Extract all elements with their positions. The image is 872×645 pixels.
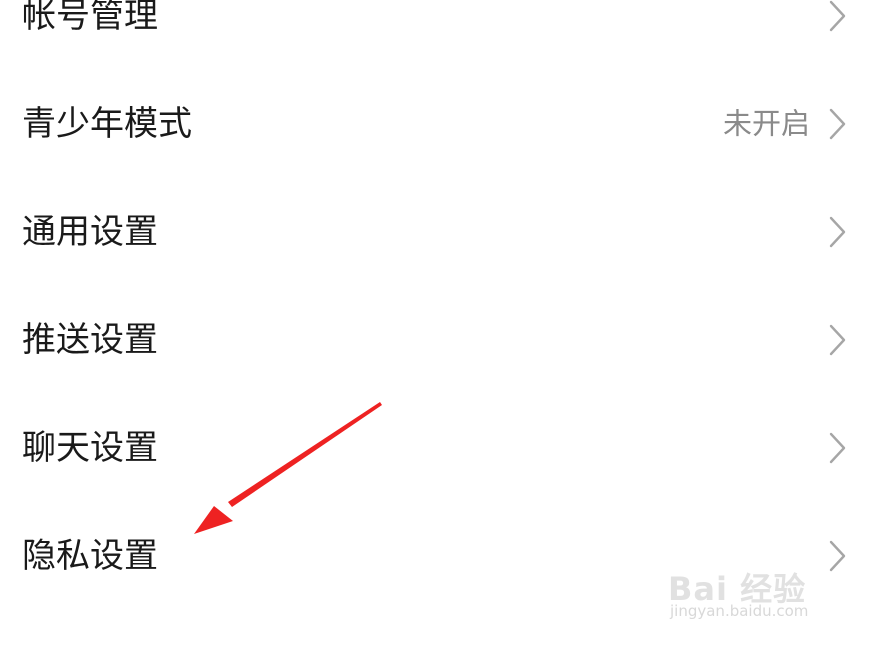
chevron-right-icon — [829, 0, 846, 32]
settings-item-privacy[interactable]: 隐私设置 — [0, 502, 872, 610]
settings-item-label: 推送设置 — [22, 320, 158, 360]
settings-item-label: 帐号管理 — [22, 0, 158, 36]
settings-item-account-management[interactable]: 帐号管理 — [0, 0, 872, 70]
settings-item-push[interactable]: 推送设置 — [0, 286, 872, 394]
settings-item-teen-mode[interactable]: 青少年模式 未开启 — [0, 70, 872, 178]
settings-item-general[interactable]: 通用设置 — [0, 178, 872, 286]
settings-item-label: 隐私设置 — [22, 536, 158, 576]
settings-item-label: 青少年模式 — [22, 104, 192, 144]
settings-item-label: 聊天设置 — [22, 428, 158, 468]
teen-mode-status: 未开启 — [722, 106, 810, 141]
chevron-right-icon — [829, 216, 846, 248]
settings-item-label: 通用设置 — [22, 212, 158, 252]
settings-item-chat[interactable]: 聊天设置 — [0, 394, 872, 502]
chevron-right-icon — [829, 540, 846, 572]
chevron-right-icon — [829, 108, 846, 140]
chevron-right-icon — [829, 432, 846, 464]
chevron-right-icon — [829, 324, 846, 356]
